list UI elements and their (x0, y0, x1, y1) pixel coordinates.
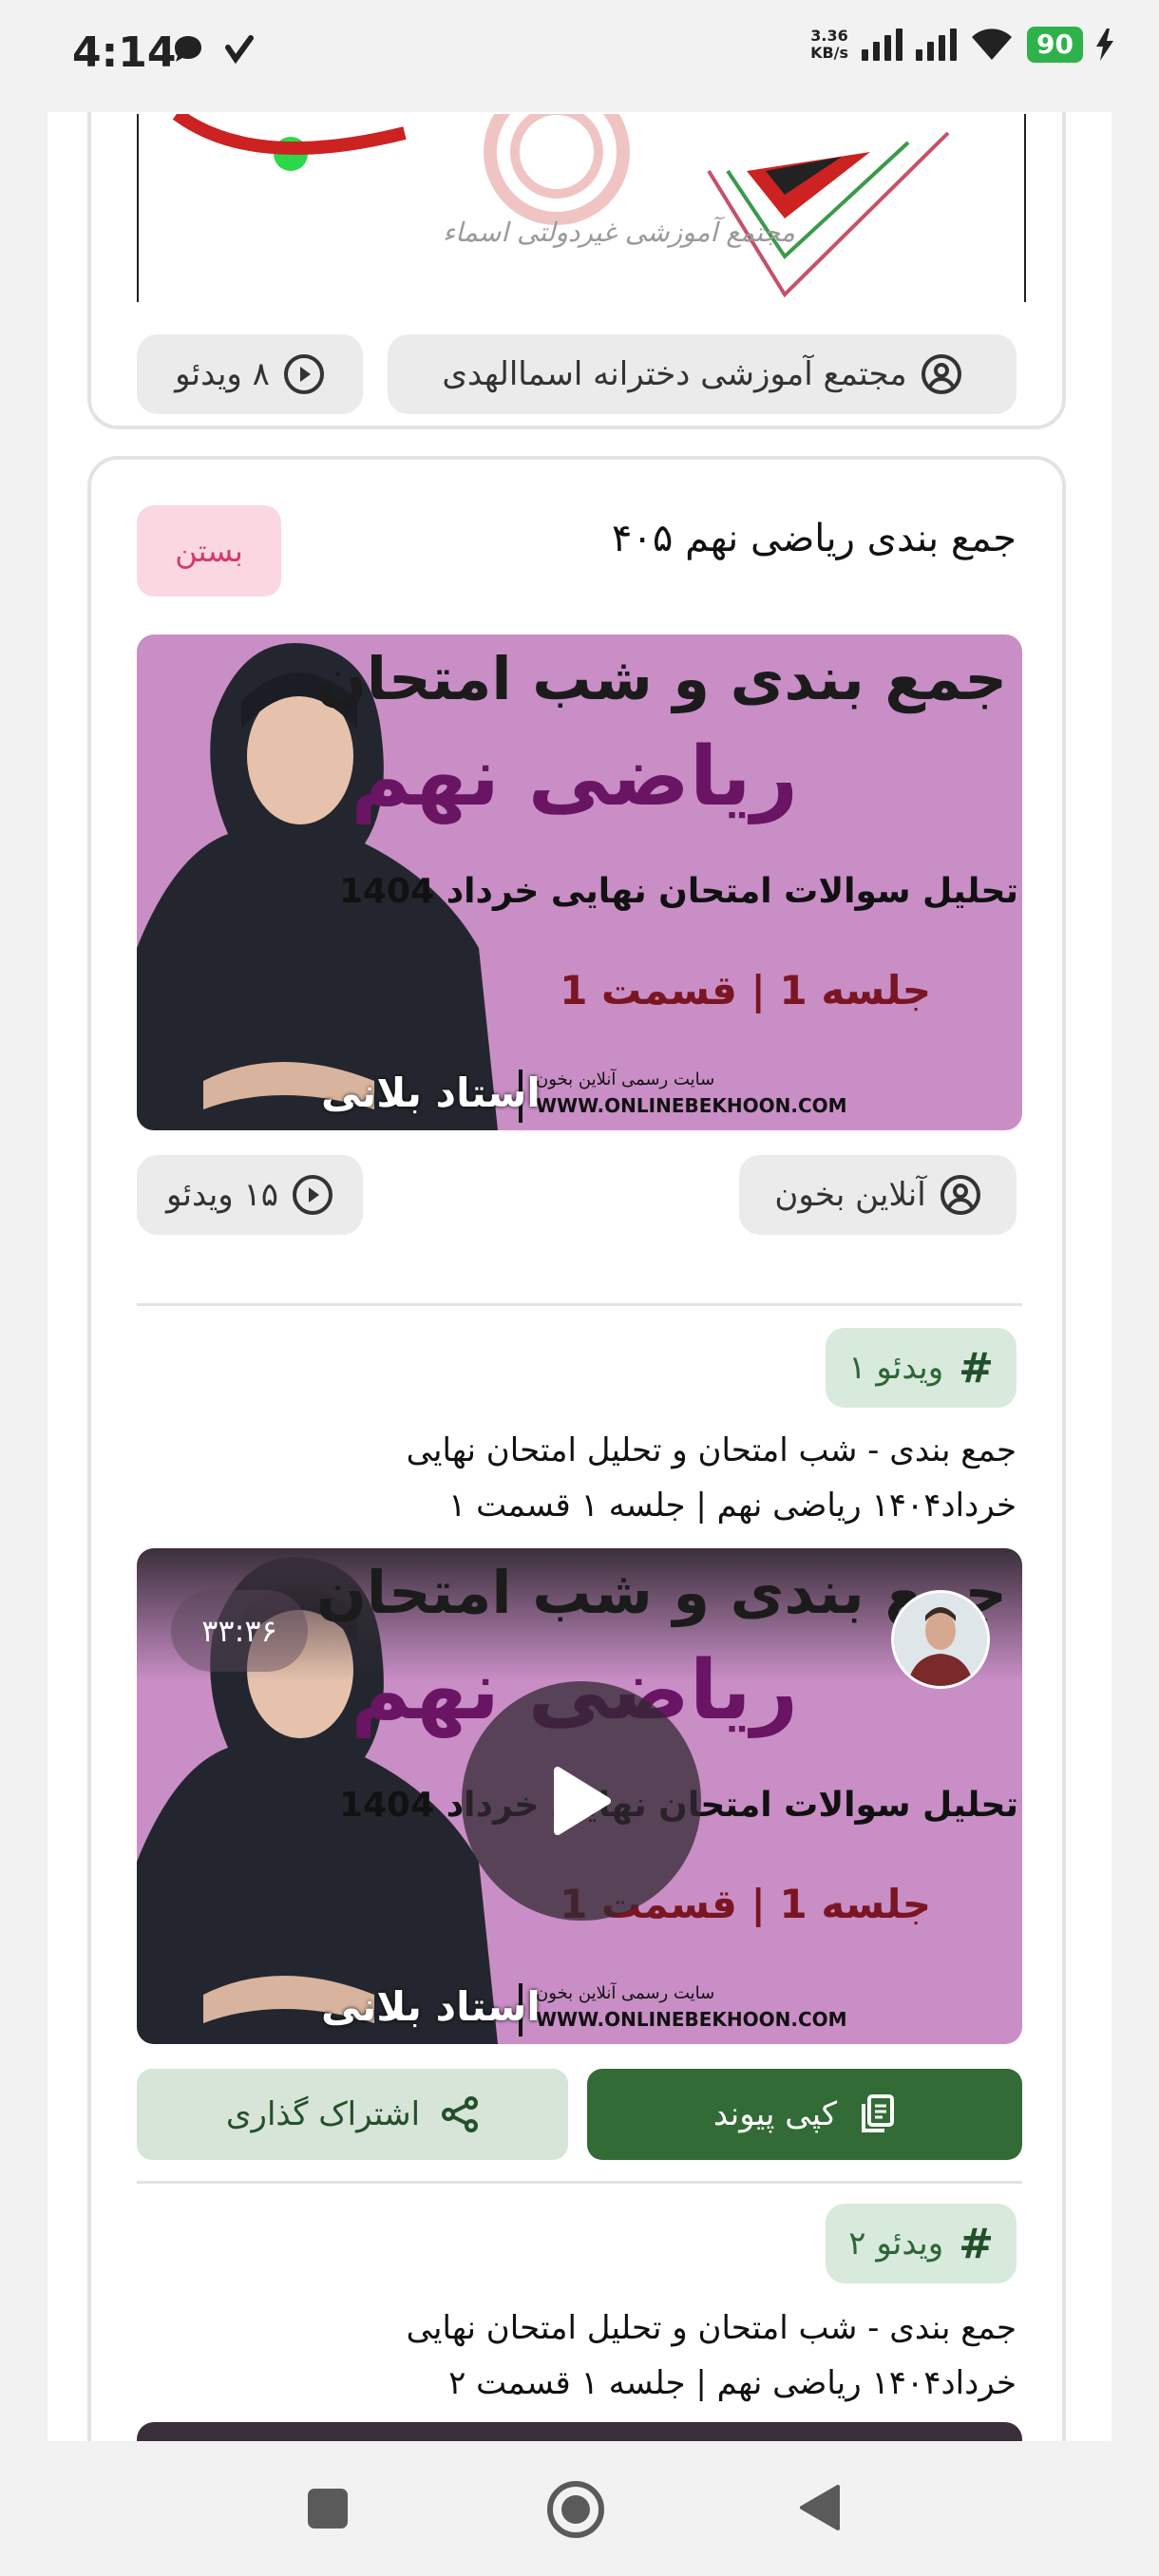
status-indicators: 3.36 KB/s 90 (810, 27, 1113, 63)
video-title-line1: جمع بندی - شب امتحان و تحلیل امتحان نهای… (406, 1431, 1016, 1469)
owner-chip[interactable]: آنلاین بخون (739, 1155, 1016, 1235)
system-navigation-bar (0, 2441, 1159, 2576)
video-duration: ۳۳:۳۶ (171, 1590, 308, 1672)
status-time: 4:14 (72, 28, 177, 77)
close-button[interactable]: بستن (137, 505, 281, 597)
charging-icon (1096, 28, 1113, 61)
video-title-line2: خرداد۱۴۰۴ ریاضی نهم | جلسه ۱ قسمت ۱ (448, 1487, 1016, 1525)
battery-level: 90 (1027, 27, 1083, 63)
video-title-line1: جمع بندی - شب امتحان و تحلیل امتحان نهای… (406, 2309, 1016, 2347)
person-avatar-icon (894, 1593, 987, 1686)
banner-teacher: استاد بلانی (321, 1983, 541, 2030)
content-area[interactable]: مجتمع آموزشی غیردولتی اسماء مجتمع آموزشی… (48, 112, 1112, 2441)
banner-site-label: سایت رسمی آنلاین بخون (536, 1070, 715, 1089)
course-thumbnail[interactable]: مجتمع آموزشی غیردولتی اسماء (137, 114, 1026, 302)
video-tag-label: ویدئو ۲ (848, 2225, 944, 2263)
banner-site-url: WWW.ONLINEBEKHOON.COM (536, 2008, 847, 2031)
banner-site-url: WWW.ONLINEBEKHOON.COM (536, 1094, 847, 1117)
signal-2-icon (916, 28, 958, 61)
back-button[interactable] (798, 2483, 842, 2532)
video-count: ۱۵ ویدئو (165, 1176, 279, 1214)
banner-heading: جمع بندی و شب امتحان (315, 644, 1007, 713)
school-logo (172, 114, 950, 298)
share-label: اشتراک گذاری (225, 2095, 421, 2133)
copy-link-button[interactable]: کپی پیوند (587, 2069, 1022, 2160)
banner-subject: ریاضی نهم (351, 729, 798, 824)
course-card-expanded: جمع بندی ریاضی نهم ۴۰۵ بستن جمع بندی و ش… (87, 456, 1066, 2441)
divider (137, 1303, 1022, 1306)
home-button[interactable] (545, 2479, 606, 2540)
video-title-line2: خرداد۱۴۰۴ ریاضی نهم | جلسه ۱ قسمت ۲ (448, 2364, 1016, 2402)
owner-chip[interactable]: مجتمع آموزشی دخترانه اسماالهدی (388, 334, 1016, 414)
hash-icon: # (959, 2219, 994, 2268)
wifi-icon (972, 28, 1013, 60)
course-banner[interactable]: جمع بندی و شب امتحان ریاضی نهم تحلیل سوا… (137, 635, 1022, 1130)
share-icon (442, 2096, 479, 2132)
play-icon (554, 1767, 611, 1835)
banner-site-label: سایت رسمی آنلاین بخون (536, 1983, 715, 2003)
share-button[interactable]: اشتراک گذاری (137, 2069, 568, 2160)
banner-teacher: استاد بلانی (321, 1070, 541, 1116)
network-speed: 3.36 KB/s (810, 28, 848, 62)
copy-link-label: کپی پیوند (712, 2095, 838, 2133)
video-tag-label: ویدئو ۱ (848, 1349, 944, 1387)
status-bar: 4:14 3.36 KB/s 90 (0, 0, 1159, 112)
course-card: مجتمع آموزشی غیردولتی اسماء مجتمع آموزشی… (87, 112, 1066, 429)
chat-bubble-icon (175, 36, 201, 62)
play-button[interactable] (462, 1681, 701, 1921)
video-player[interactable] (137, 2422, 1022, 2441)
play-circle-icon (283, 354, 324, 394)
video-tag: # ویدئو ۲ (826, 2204, 1016, 2283)
video-title: جمع بندی - شب امتحان و تحلیل امتحان نهای… (238, 1423, 1016, 1533)
uploader-avatar[interactable] (891, 1590, 990, 1689)
recent-apps-button[interactable] (306, 2487, 350, 2530)
check-mark-icon (225, 35, 254, 65)
play-circle-icon (293, 1175, 333, 1215)
copy-icon (862, 2094, 895, 2132)
user-circle-icon (921, 354, 961, 394)
course-title: جمع بندی ریاضی نهم ۴۰۵ (611, 517, 1016, 560)
video-count-chip[interactable]: ۸ ویدئو (137, 334, 363, 414)
video-title: جمع بندی - شب امتحان و تحلیل امتحان نهای… (238, 2301, 1016, 2411)
divider (137, 2181, 1022, 2184)
banner-session: جلسه 1 | قسمت 1 (560, 967, 931, 1013)
notification-icons (171, 32, 256, 66)
video-count: ۸ ویدئو (175, 355, 270, 393)
video-count-chip[interactable]: ۱۵ ویدئو (137, 1155, 363, 1235)
signal-1-icon (862, 28, 903, 61)
owner-name: آنلاین بخون (774, 1176, 926, 1214)
hash-icon: # (959, 1343, 994, 1392)
banner-subtitle: تحلیل سوالات امتحان نهایی خرداد 1404 (338, 872, 1018, 911)
owner-name: مجتمع آموزشی دخترانه اسماالهدی (442, 355, 907, 393)
video-tag: # ویدئو ۱ (826, 1328, 1016, 1408)
video-player[interactable]: جمع بندی و شب امتحان ریاضی نهم تحلیل سوا… (137, 1548, 1022, 2044)
user-circle-icon (940, 1175, 980, 1215)
network-speed-value: 3.36 (810, 27, 848, 45)
network-speed-unit: KB/s (810, 44, 849, 62)
school-logo-text: مجتمع آموزشی غیردولتی اسماء (443, 217, 795, 248)
